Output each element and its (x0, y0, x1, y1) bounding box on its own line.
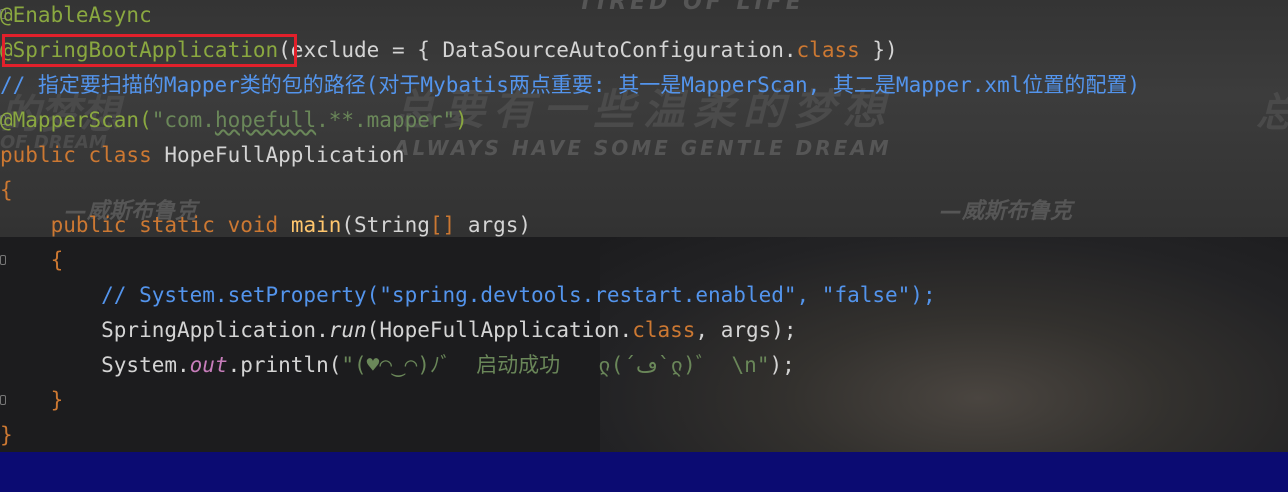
code-line-7[interactable]: public static void main(String[] args) (0, 208, 531, 243)
code-line-12[interactable]: } (0, 383, 64, 418)
current-line-highlight (0, 452, 1288, 492)
code-text: SpringApplication. (0, 318, 329, 342)
annotation-mapper-scan: @MapperScan( (0, 108, 152, 132)
brace: { (0, 178, 13, 202)
brace: } (0, 423, 13, 447)
watermark-right-chinese: 总 (1256, 80, 1288, 138)
keyword: public static void (50, 213, 279, 237)
code-text: args) (455, 213, 532, 237)
code-text: .println( (227, 353, 342, 377)
method-run: run (328, 318, 367, 342)
keyword: public class (0, 143, 152, 167)
field-out: out (189, 353, 228, 377)
code-line-4[interactable]: @MapperScan("com.hopefull.**.mapper") (0, 103, 468, 138)
brace: } (0, 388, 64, 412)
code-text: (HopeFullApplication. (366, 318, 633, 342)
string-literal: .**.mapper" (316, 108, 456, 132)
watermark-top-text: TIRED OF LIFE (578, 0, 805, 15)
code-line-3[interactable]: // 指定要扫描的Mapper类的包的路径(对于Mybatis两点重要: 其一是… (0, 68, 1140, 103)
annotation-close-paren: ) (455, 108, 468, 132)
brace: { (0, 248, 64, 272)
string-literal: "com. (151, 108, 215, 132)
code-text: (exclude = { DataSourceAutoConfiguration… (278, 38, 797, 62)
code-text: , args); (695, 318, 797, 342)
code-line-13[interactable]: } (0, 418, 13, 453)
watermark-center-english: ALWAYS HAVE SOME GENTLE DREAM (394, 136, 892, 160)
code-line-5[interactable]: public class HopeFullApplication (0, 138, 405, 173)
code-text: System. (0, 353, 190, 377)
typo-underlined-word: hopefull (214, 108, 317, 132)
highlight-box (2, 34, 297, 67)
string-literal: "(♥◠‿◠)ﾉﾞ 启动成功 ლ(´ڡ`ლ)ﾞ \n" (341, 353, 770, 377)
annotation-enable-async: @EnableAsync (0, 3, 152, 27)
code-line-6[interactable]: { (0, 173, 13, 208)
code-line-8[interactable]: { (0, 243, 64, 278)
keyword: class (796, 38, 860, 62)
code-text: ); (769, 353, 795, 377)
code-line-1[interactable]: @EnableAsync (0, 0, 152, 33)
code-text: (String (341, 213, 430, 237)
class-name: HopeFullApplication (151, 143, 405, 167)
code-line-11[interactable]: System.out.println("(♥◠‿◠)ﾉﾞ 启动成功 ლ(´ڡ`ლ… (0, 348, 795, 383)
code-text: }) (859, 38, 898, 62)
comment-mapper-scan: // 指定要扫描的Mapper类的包的路径(对于Mybatis两点重要: 其一是… (0, 73, 1141, 97)
method-name: main (290, 213, 342, 237)
code-line-9[interactable]: // System.setProperty("spring.devtools.r… (0, 278, 936, 313)
comment-devtools: // System.setProperty("spring.devtools.r… (0, 283, 936, 307)
array-brackets: [] (429, 213, 456, 237)
watermark-signature-right: —威斯布鲁克 (940, 199, 1073, 224)
code-line-10[interactable]: SpringApplication.run(HopeFullApplicatio… (0, 313, 797, 348)
keyword: class (632, 318, 696, 342)
